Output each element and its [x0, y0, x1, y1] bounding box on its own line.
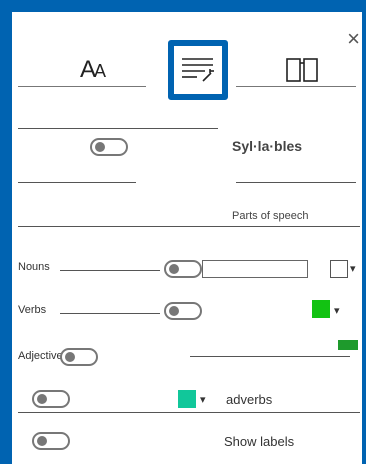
adverbs-color-swatch[interactable] [178, 390, 196, 408]
book-icon [286, 58, 318, 82]
chevron-down-icon: ▾ [334, 305, 340, 317]
nouns-toggle[interactable] [164, 260, 202, 278]
chevron-down-icon: ▾ [350, 263, 356, 275]
text-size-icon: AA [79, 56, 106, 83]
nouns-label: Nouns [18, 261, 50, 273]
chevron-down-icon: ▾ [200, 394, 206, 406]
tab-text-size[interactable]: AA [62, 40, 122, 100]
tab-underline-right [236, 86, 356, 87]
show-labels-label: Show labels [224, 434, 295, 449]
tab-grammar-tools[interactable] [168, 40, 228, 100]
syllables-toggle[interactable] [90, 138, 128, 156]
adverbs-toggle[interactable] [32, 390, 70, 408]
divider [60, 313, 160, 314]
show-labels-toggle[interactable] [32, 432, 70, 450]
divider [18, 412, 360, 413]
adjectives-color-swatch[interactable] [338, 340, 358, 350]
divider [190, 356, 350, 357]
toolbar-tabs: AA [62, 40, 332, 100]
nouns-color-swatch[interactable] [330, 260, 348, 278]
verbs-toggle[interactable] [164, 302, 202, 320]
parts-of-speech-header: Parts of speech [232, 210, 309, 222]
nouns-color-select[interactable] [202, 260, 308, 278]
tab-underline-left [18, 86, 146, 87]
tab-reading-preferences[interactable] [272, 40, 332, 100]
divider [60, 270, 160, 271]
adjectives-toggle[interactable] [60, 348, 98, 366]
verbs-label: Verbs [18, 304, 47, 316]
close-icon[interactable]: × [347, 28, 360, 50]
divider [236, 182, 356, 183]
divider [18, 128, 218, 129]
grammar-tools-icon [182, 58, 214, 82]
verbs-color-swatch[interactable] [312, 300, 330, 318]
divider [18, 182, 136, 183]
divider [18, 226, 360, 227]
adverbs-label: adverbs [226, 392, 273, 407]
syllables-label: Syl·la·bles [232, 138, 303, 154]
